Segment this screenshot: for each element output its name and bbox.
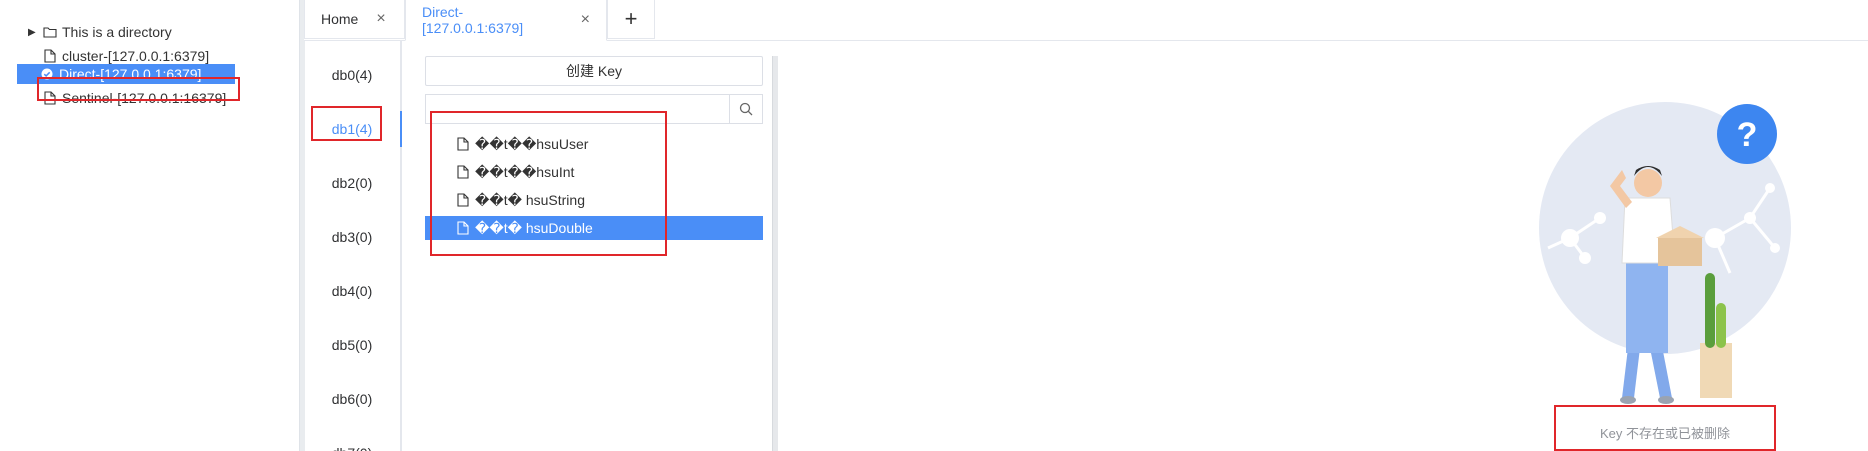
tab-label: Direct-[127.0.0.1:6379] bbox=[422, 4, 524, 36]
tree-item-label: cluster-[127.0.0.1:6379] bbox=[62, 48, 210, 64]
file-icon bbox=[457, 193, 469, 207]
tree-item-label: Direct-[127.0.0.1:6379] bbox=[59, 66, 202, 82]
tab-direct[interactable]: Direct-[127.0.0.1:6379] × bbox=[405, 0, 607, 41]
db-item[interactable]: db4(0) bbox=[304, 273, 400, 309]
question-badge: ? bbox=[1737, 116, 1758, 154]
key-item[interactable]: ��t� hsuString bbox=[425, 188, 763, 212]
plus-icon: + bbox=[624, 6, 638, 31]
key-label: ��t��hsuUser bbox=[475, 135, 589, 152]
key-item[interactable]: ��t��hsuInt bbox=[425, 160, 763, 184]
caret-right-icon[interactable]: ▶ bbox=[28, 27, 42, 38]
file-icon bbox=[457, 221, 469, 235]
db-item[interactable]: db7(0) bbox=[304, 435, 400, 451]
tree-item-label: This is a directory bbox=[62, 24, 172, 40]
tab-bar: Home × Direct-[127.0.0.1:6379] × + bbox=[304, 0, 1868, 41]
tab-home[interactable]: Home × bbox=[304, 0, 405, 39]
tree-item-sentinel[interactable]: ▶ Sentinel-[127.0.0.1:16379] bbox=[20, 85, 280, 111]
active-db-indicator bbox=[400, 111, 402, 147]
db-item[interactable]: db3(0) bbox=[304, 219, 400, 255]
db-item[interactable]: db0(4) bbox=[304, 57, 400, 93]
db-item-active[interactable]: db1(4) bbox=[304, 111, 400, 147]
tree-item-directory[interactable]: ▶ This is a directory bbox=[20, 19, 280, 45]
folder-icon bbox=[42, 26, 58, 38]
search-icon[interactable] bbox=[729, 95, 762, 123]
file-icon bbox=[42, 91, 58, 105]
file-icon bbox=[42, 49, 58, 63]
key-label: ��t��hsuInt bbox=[475, 163, 575, 180]
tree-item-direct[interactable]: ▶ Direct-[127.0.0.1:6379] bbox=[17, 64, 235, 84]
question-icon: ? bbox=[1717, 104, 1777, 164]
add-tab-button[interactable]: + bbox=[607, 0, 655, 39]
key-panel: 创建 Key ��t��hsuUser ��t��hsuInt ��t� hsu… bbox=[425, 56, 765, 451]
db-item[interactable]: db6(0) bbox=[304, 381, 400, 417]
connection-tree: ▶ This is a directory ▶ cluster-[127.0.0… bbox=[0, 0, 300, 451]
tab-label: Home bbox=[321, 11, 359, 27]
key-item[interactable]: ��t��hsuUser bbox=[425, 132, 763, 156]
key-item-selected[interactable]: ��t� hsuDouble bbox=[425, 216, 763, 240]
key-label: ��t� hsuString bbox=[475, 191, 585, 208]
tree-item-label: Sentinel-[127.0.0.1:16379] bbox=[62, 90, 227, 106]
db-item[interactable]: db2(0) bbox=[304, 165, 400, 201]
check-circle-icon bbox=[39, 68, 55, 80]
empty-state-text: Key 不存在或已被删除 bbox=[1599, 426, 1730, 441]
key-search bbox=[425, 94, 763, 124]
file-icon bbox=[457, 137, 469, 151]
close-icon[interactable]: × bbox=[376, 10, 385, 28]
create-key-button[interactable]: 创建 Key bbox=[425, 56, 763, 86]
search-input[interactable] bbox=[426, 95, 729, 123]
db-item[interactable]: db5(0) bbox=[304, 327, 400, 363]
key-label: ��t� hsuDouble bbox=[475, 219, 593, 236]
file-icon bbox=[457, 165, 469, 179]
empty-illustration: ? bbox=[1539, 102, 1791, 404]
close-icon[interactable]: × bbox=[581, 11, 590, 29]
db-list: db0(4) db1(4) db2(0) db3(0) db4(0) db5(0… bbox=[304, 41, 402, 451]
keypanel-resize-handle[interactable] bbox=[772, 56, 778, 451]
